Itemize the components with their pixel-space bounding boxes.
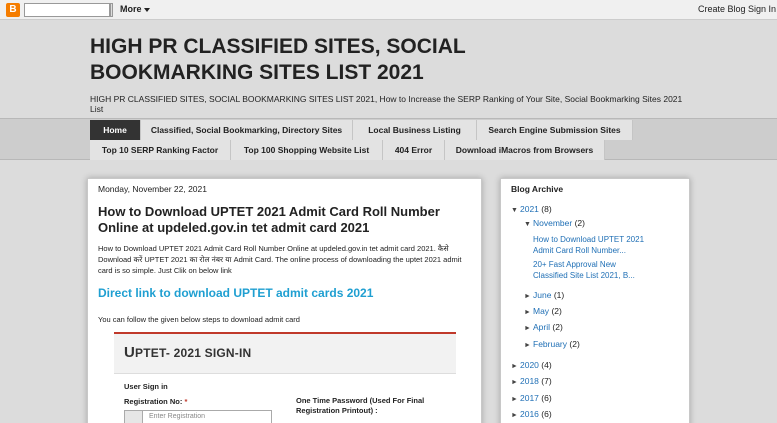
registration-label-text: Registration No:: [124, 397, 183, 406]
archive-year-2017: ► 2017 (6): [511, 393, 552, 403]
tab-local-business-listing[interactable]: Local Business Listing: [353, 120, 477, 140]
archive-post-line: 20+ Fast Approval New: [533, 260, 616, 269]
archive-count: (4): [541, 360, 552, 370]
archive-link-november[interactable]: November: [533, 218, 572, 228]
form-title-rest: PTET- 2021 SIGN-IN: [135, 346, 252, 360]
archive-link-2021[interactable]: 2021: [520, 204, 539, 214]
archive-link-february[interactable]: February: [533, 339, 567, 349]
post-title[interactable]: How to Download UPTET 2021 Admit Card Ro…: [98, 204, 473, 236]
uptet-signin-screenshot: UPTET- 2021 SIGN-IN User Sign in Registr…: [114, 332, 456, 423]
archive-month-november: ▼ November (2): [524, 218, 585, 228]
tab-top-100-shopping[interactable]: Top 100 Shopping Website List: [231, 140, 383, 160]
page-tabs: Home Classified, Social Bookmarking, Dir…: [0, 118, 777, 160]
blogger-logo-icon[interactable]: B: [6, 3, 20, 17]
archive-count: (2): [552, 322, 563, 332]
archive-year-2021: ▼ 2021 (8): [511, 204, 552, 214]
archive-count: (6): [541, 393, 552, 403]
post-steps-text: You can follow the given below steps to …: [98, 315, 300, 324]
archive-count: (7): [541, 376, 552, 386]
tab-home[interactable]: Home: [90, 120, 141, 140]
archive-link-june[interactable]: June: [533, 290, 551, 300]
tab-classified-sites[interactable]: Classified, Social Bookmarking, Director…: [141, 120, 353, 140]
tab-download-imacros[interactable]: Download iMacros from Browsers: [445, 140, 605, 160]
expand-toggle-icon[interactable]: ►: [524, 309, 533, 316]
archive-month-april: ► April (2): [524, 322, 563, 332]
create-blog-link[interactable]: Create Blog: [698, 4, 746, 14]
sign-in-link[interactable]: Sign In: [748, 4, 776, 14]
expand-toggle-icon[interactable]: ►: [511, 412, 520, 419]
archive-post-line: How to Download UPTET 2021: [533, 235, 645, 244]
blog-header: HIGH PR CLASSIFIED SITES, SOCIAL BOOKMAR…: [0, 20, 777, 118]
archive-year-2018: ► 2018 (7): [511, 376, 552, 386]
more-label: More: [120, 4, 142, 14]
archive-post-line: Classified Site List 2021, B...: [533, 271, 635, 280]
expand-toggle-icon[interactable]: ▼: [524, 221, 533, 228]
blog-archive-widget: Blog Archive ▼ 2021 (8) ▼ November (2) How…: [500, 178, 690, 423]
archive-link-2020[interactable]: 2020: [520, 360, 539, 370]
otp-label: One Time Password (Used For Final Regist…: [296, 396, 425, 415]
site-title[interactable]: HIGH PR CLASSIFIED SITES, SOCIAL BOOKMAR…: [90, 34, 570, 86]
archive-link-2016[interactable]: 2016: [520, 409, 539, 419]
archive-count: (6): [541, 409, 552, 419]
expand-toggle-icon[interactable]: ►: [524, 342, 533, 349]
blog-archive-title: Blog Archive: [511, 184, 564, 194]
expand-toggle-icon[interactable]: ►: [511, 379, 520, 386]
tab-top-10-serp[interactable]: Top 10 SERP Ranking Factor: [90, 140, 231, 160]
download-admit-card-link[interactable]: Direct link to download UPTET admit card…: [98, 286, 373, 300]
expand-toggle-icon[interactable]: ▼: [511, 207, 520, 214]
expand-toggle-icon[interactable]: ►: [511, 363, 520, 370]
required-marker: *: [184, 397, 188, 406]
tab-search-engine-submission[interactable]: Search Engine Submission Sites: [477, 120, 633, 140]
form-header: UPTET- 2021 SIGN-IN: [114, 334, 456, 374]
registration-input: Enter Registration: [124, 410, 272, 423]
registration-label: Registration No: *: [124, 397, 187, 406]
archive-post-uptet[interactable]: How to Download UPTET 2021 Admit Card Ro…: [533, 234, 644, 256]
archive-month-june: ► June (1): [524, 290, 564, 300]
archive-link-2018[interactable]: 2018: [520, 376, 539, 386]
blog-search-button[interactable]: [110, 3, 113, 17]
blogger-navbar: B More Create Blog Sign In: [0, 0, 777, 20]
archive-count: (2): [551, 306, 562, 316]
archive-link-2017[interactable]: 2017: [520, 393, 539, 403]
post-card: Monday, November 22, 2021 How to Downloa…: [87, 178, 482, 423]
archive-count: (1): [553, 290, 565, 300]
archive-count: (2): [574, 218, 585, 228]
caret-down-icon: [143, 7, 150, 12]
blog-search-input[interactable]: [24, 3, 110, 17]
user-signin-label: User Sign in: [124, 382, 168, 391]
user-icon: [125, 411, 143, 423]
archive-month-may: ► May (2): [524, 306, 562, 316]
archive-year-2020: ► 2020 (4): [511, 360, 552, 370]
archive-count: (8): [541, 204, 552, 214]
registration-placeholder: Enter Registration: [149, 413, 206, 420]
archive-year-2016: ► 2016 (6): [511, 409, 552, 419]
post-body: How to Download UPTET 2021 Admit Card Ro…: [98, 244, 462, 275]
more-menu[interactable]: More: [120, 4, 150, 14]
form-title: UPTET- 2021 SIGN-IN: [124, 344, 251, 361]
post-date: Monday, November 22, 2021: [98, 184, 207, 194]
archive-link-may[interactable]: May: [533, 306, 549, 316]
archive-link-april[interactable]: April: [533, 322, 550, 332]
expand-toggle-icon[interactable]: ►: [511, 396, 520, 403]
archive-month-february: ► February (2): [524, 339, 580, 349]
expand-toggle-icon[interactable]: ►: [524, 293, 533, 300]
archive-post-classified[interactable]: 20+ Fast Approval New Classified Site Li…: [533, 259, 635, 281]
tab-404-error[interactable]: 404 Error: [383, 140, 445, 160]
site-description: HIGH PR CLASSIFIED SITES, SOCIAL BOOKMAR…: [90, 94, 683, 114]
archive-count: (2): [569, 339, 580, 349]
expand-toggle-icon[interactable]: ►: [524, 325, 533, 332]
form-title-initial: U: [124, 344, 136, 361]
archive-post-line: Admit Card Roll Number...: [533, 246, 626, 255]
